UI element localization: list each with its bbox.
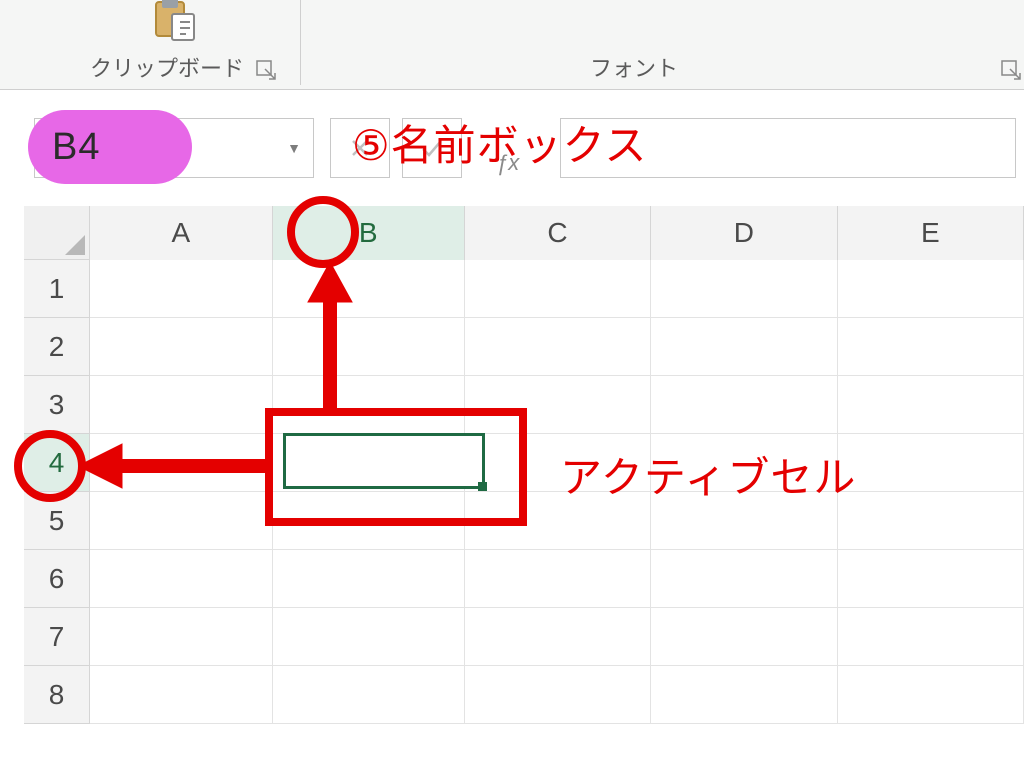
cell[interactable] [90, 376, 273, 434]
cell[interactable] [90, 260, 273, 318]
cell[interactable] [838, 608, 1024, 666]
row-headers: 12345678 [24, 260, 90, 783]
annotation-namebox-label: ⑤名前ボックス [352, 112, 647, 173]
annotation-circle-column [287, 196, 359, 268]
annotation-active-cell-label: アクティブセル [560, 444, 856, 505]
cell[interactable] [651, 376, 837, 434]
cell[interactable] [651, 260, 837, 318]
cell[interactable] [838, 434, 1024, 492]
cell[interactable] [90, 318, 273, 376]
cell[interactable] [651, 318, 837, 376]
name-box-value: B4 [52, 126, 100, 169]
cell[interactable] [838, 376, 1024, 434]
row-header[interactable]: 8 [24, 666, 90, 724]
cell[interactable] [465, 608, 651, 666]
select-all-triangle[interactable] [24, 206, 90, 260]
cell[interactable] [90, 608, 273, 666]
column-headers: ABCDE [90, 206, 1024, 260]
cell[interactable] [465, 550, 651, 608]
cell[interactable] [273, 550, 465, 608]
cell[interactable] [273, 608, 465, 666]
row-header[interactable]: 1 [24, 260, 90, 318]
cell[interactable] [465, 260, 651, 318]
chevron-down-icon[interactable]: ▼ [287, 140, 301, 156]
row-header[interactable]: 7 [24, 608, 90, 666]
cell[interactable] [651, 666, 837, 724]
cell[interactable] [273, 666, 465, 724]
dialog-launcher-font-icon[interactable] [1000, 59, 1022, 81]
cell[interactable] [838, 318, 1024, 376]
dialog-launcher-clipboard-icon[interactable] [255, 59, 277, 81]
ribbon-separator [300, 0, 301, 85]
column-header[interactable]: A [90, 206, 273, 260]
annotation-namebox-text: 名前ボックス [391, 122, 648, 169]
cell[interactable] [838, 666, 1024, 724]
cell[interactable] [838, 492, 1024, 550]
annotation-arrow-left-icon [78, 436, 268, 496]
annotation-rect-active-cell [265, 408, 527, 526]
circled-five-icon: ⑤ [352, 121, 391, 170]
cell[interactable] [90, 666, 273, 724]
cell-area[interactable] [90, 260, 1024, 783]
column-header[interactable]: E [838, 206, 1024, 260]
cell[interactable] [838, 260, 1024, 318]
ribbon-group-label-clipboard: クリップボード [90, 51, 244, 83]
ribbon-strip: クリップボード フォント [0, 0, 1024, 90]
annotation-circle-row [14, 430, 86, 502]
cell[interactable] [465, 666, 651, 724]
cell[interactable] [90, 550, 273, 608]
row-header[interactable]: 2 [24, 318, 90, 376]
ribbon-group-label-font: フォント [590, 51, 678, 83]
paste-icon[interactable] [150, 0, 198, 42]
cell[interactable] [651, 608, 837, 666]
cell[interactable] [838, 550, 1024, 608]
row-header[interactable]: 3 [24, 376, 90, 434]
annotation-arrow-up-icon [300, 262, 360, 412]
cell[interactable] [651, 550, 837, 608]
column-header[interactable]: C [465, 206, 651, 260]
name-box-highlight: B4 [28, 110, 192, 184]
cell[interactable] [90, 492, 273, 550]
cell[interactable] [465, 318, 651, 376]
column-header[interactable]: D [651, 206, 837, 260]
row-header[interactable]: 6 [24, 550, 90, 608]
